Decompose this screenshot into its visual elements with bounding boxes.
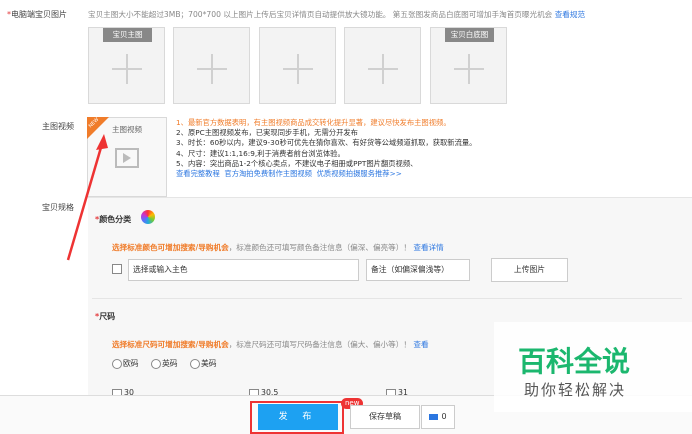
slot-caption: 宝贝主图: [103, 28, 152, 42]
upload-image-button[interactable]: 上传图片: [491, 258, 568, 282]
save-draft-button[interactable]: 保存草稿: [350, 405, 420, 429]
radio-label: 英码: [162, 359, 178, 368]
view-spec-link[interactable]: 查看规范: [555, 10, 585, 19]
radio-label: 欧码: [123, 359, 139, 368]
color-wheel-icon: [141, 210, 155, 224]
slot-caption: 宝贝白底图: [445, 28, 494, 42]
main-image-label: *电脑端宝贝图片: [7, 10, 67, 19]
video-service-link[interactable]: 优质视频拍摄服务推荐>>: [317, 169, 402, 178]
color-checkbox[interactable]: [112, 264, 122, 274]
size-section-title: *尺码: [95, 312, 116, 321]
free-video-link[interactable]: 官方淘拍免费制作主图视频: [224, 169, 312, 178]
video-play-icon: [115, 148, 139, 168]
image-slot-3[interactable]: [259, 27, 336, 104]
plus-icon: [111, 53, 142, 84]
main-color-input[interactable]: 选择或输入主色: [128, 259, 359, 281]
radio-eu-size[interactable]: [112, 359, 122, 369]
highlight-box: [250, 401, 344, 434]
radio-us-size[interactable]: [190, 359, 200, 369]
tutorial-link[interactable]: 查看完整教程: [176, 169, 220, 178]
section-divider: [92, 298, 682, 299]
guideline-line: 4、尺寸：建议1:1,16:9,利于消费者前台浏览体验。: [176, 148, 345, 158]
guideline-line: 5、内容：突出商品1-2个核心卖点，不建议电子相册或PPT图片翻页视频、: [176, 158, 418, 168]
image-slot-1[interactable]: 宝贝主图: [88, 27, 165, 104]
image-slot-2[interactable]: [173, 27, 250, 104]
plus-icon: [196, 53, 227, 84]
guideline-line: 2、原PC主图视频发布，已実现同步手机，无需分开发布: [176, 128, 358, 138]
video-guidelines: 1、最新官方数据表明，有主图视频商品成交转化提升显著，建议尽快发布主图视频。 2…: [176, 118, 476, 179]
spec-label: 宝贝规格: [42, 203, 74, 212]
color-detail-link[interactable]: 查看详情: [413, 243, 443, 252]
size-detail-link[interactable]: 查看: [413, 340, 428, 349]
color-remark-input[interactable]: 备注（如偏深偏浅等）: [366, 259, 470, 281]
plus-icon: [453, 53, 484, 84]
mail-icon: [429, 413, 439, 420]
image-slot-5[interactable]: 宝贝白底图: [430, 27, 507, 104]
message-count: 0: [441, 412, 447, 421]
radio-label: 美码: [201, 359, 217, 368]
plus-icon: [282, 53, 313, 84]
main-image-hint: 宝贝主图大小不能超过3MB；700*700 以上图片上传后宝贝详情页自动提供放大…: [88, 10, 586, 19]
watermark-title: 百科全说: [518, 345, 631, 378]
radio-uk-size[interactable]: [151, 359, 161, 369]
watermark-subtitle: 助你轻松解决: [524, 381, 627, 399]
image-slot-4[interactable]: [344, 27, 421, 104]
message-button[interactable]: 0: [421, 405, 455, 429]
size-hint: 选择标准尺码可增加搜索/导购机会，标准尺码还可填写尺码备注信息（偏大、偏小等）！…: [112, 340, 429, 349]
guideline-line: 3、时长：60秒以内，建议9-30秒可优先在猜你喜欢、有好货等公域频道抓取，获取…: [176, 138, 477, 148]
guideline-line: 1、最新官方数据表明，有主图视频商品成交转化提升显著，建议尽快发布主图视频。: [176, 118, 451, 127]
color-hint: 选择标准颜色可增加搜索/导购机会，标准颜色还可填写颜色备注信息（偏深、偏亮等）！…: [112, 243, 444, 252]
plus-icon: [367, 53, 398, 84]
color-section-title: *颜色分类: [95, 215, 132, 224]
